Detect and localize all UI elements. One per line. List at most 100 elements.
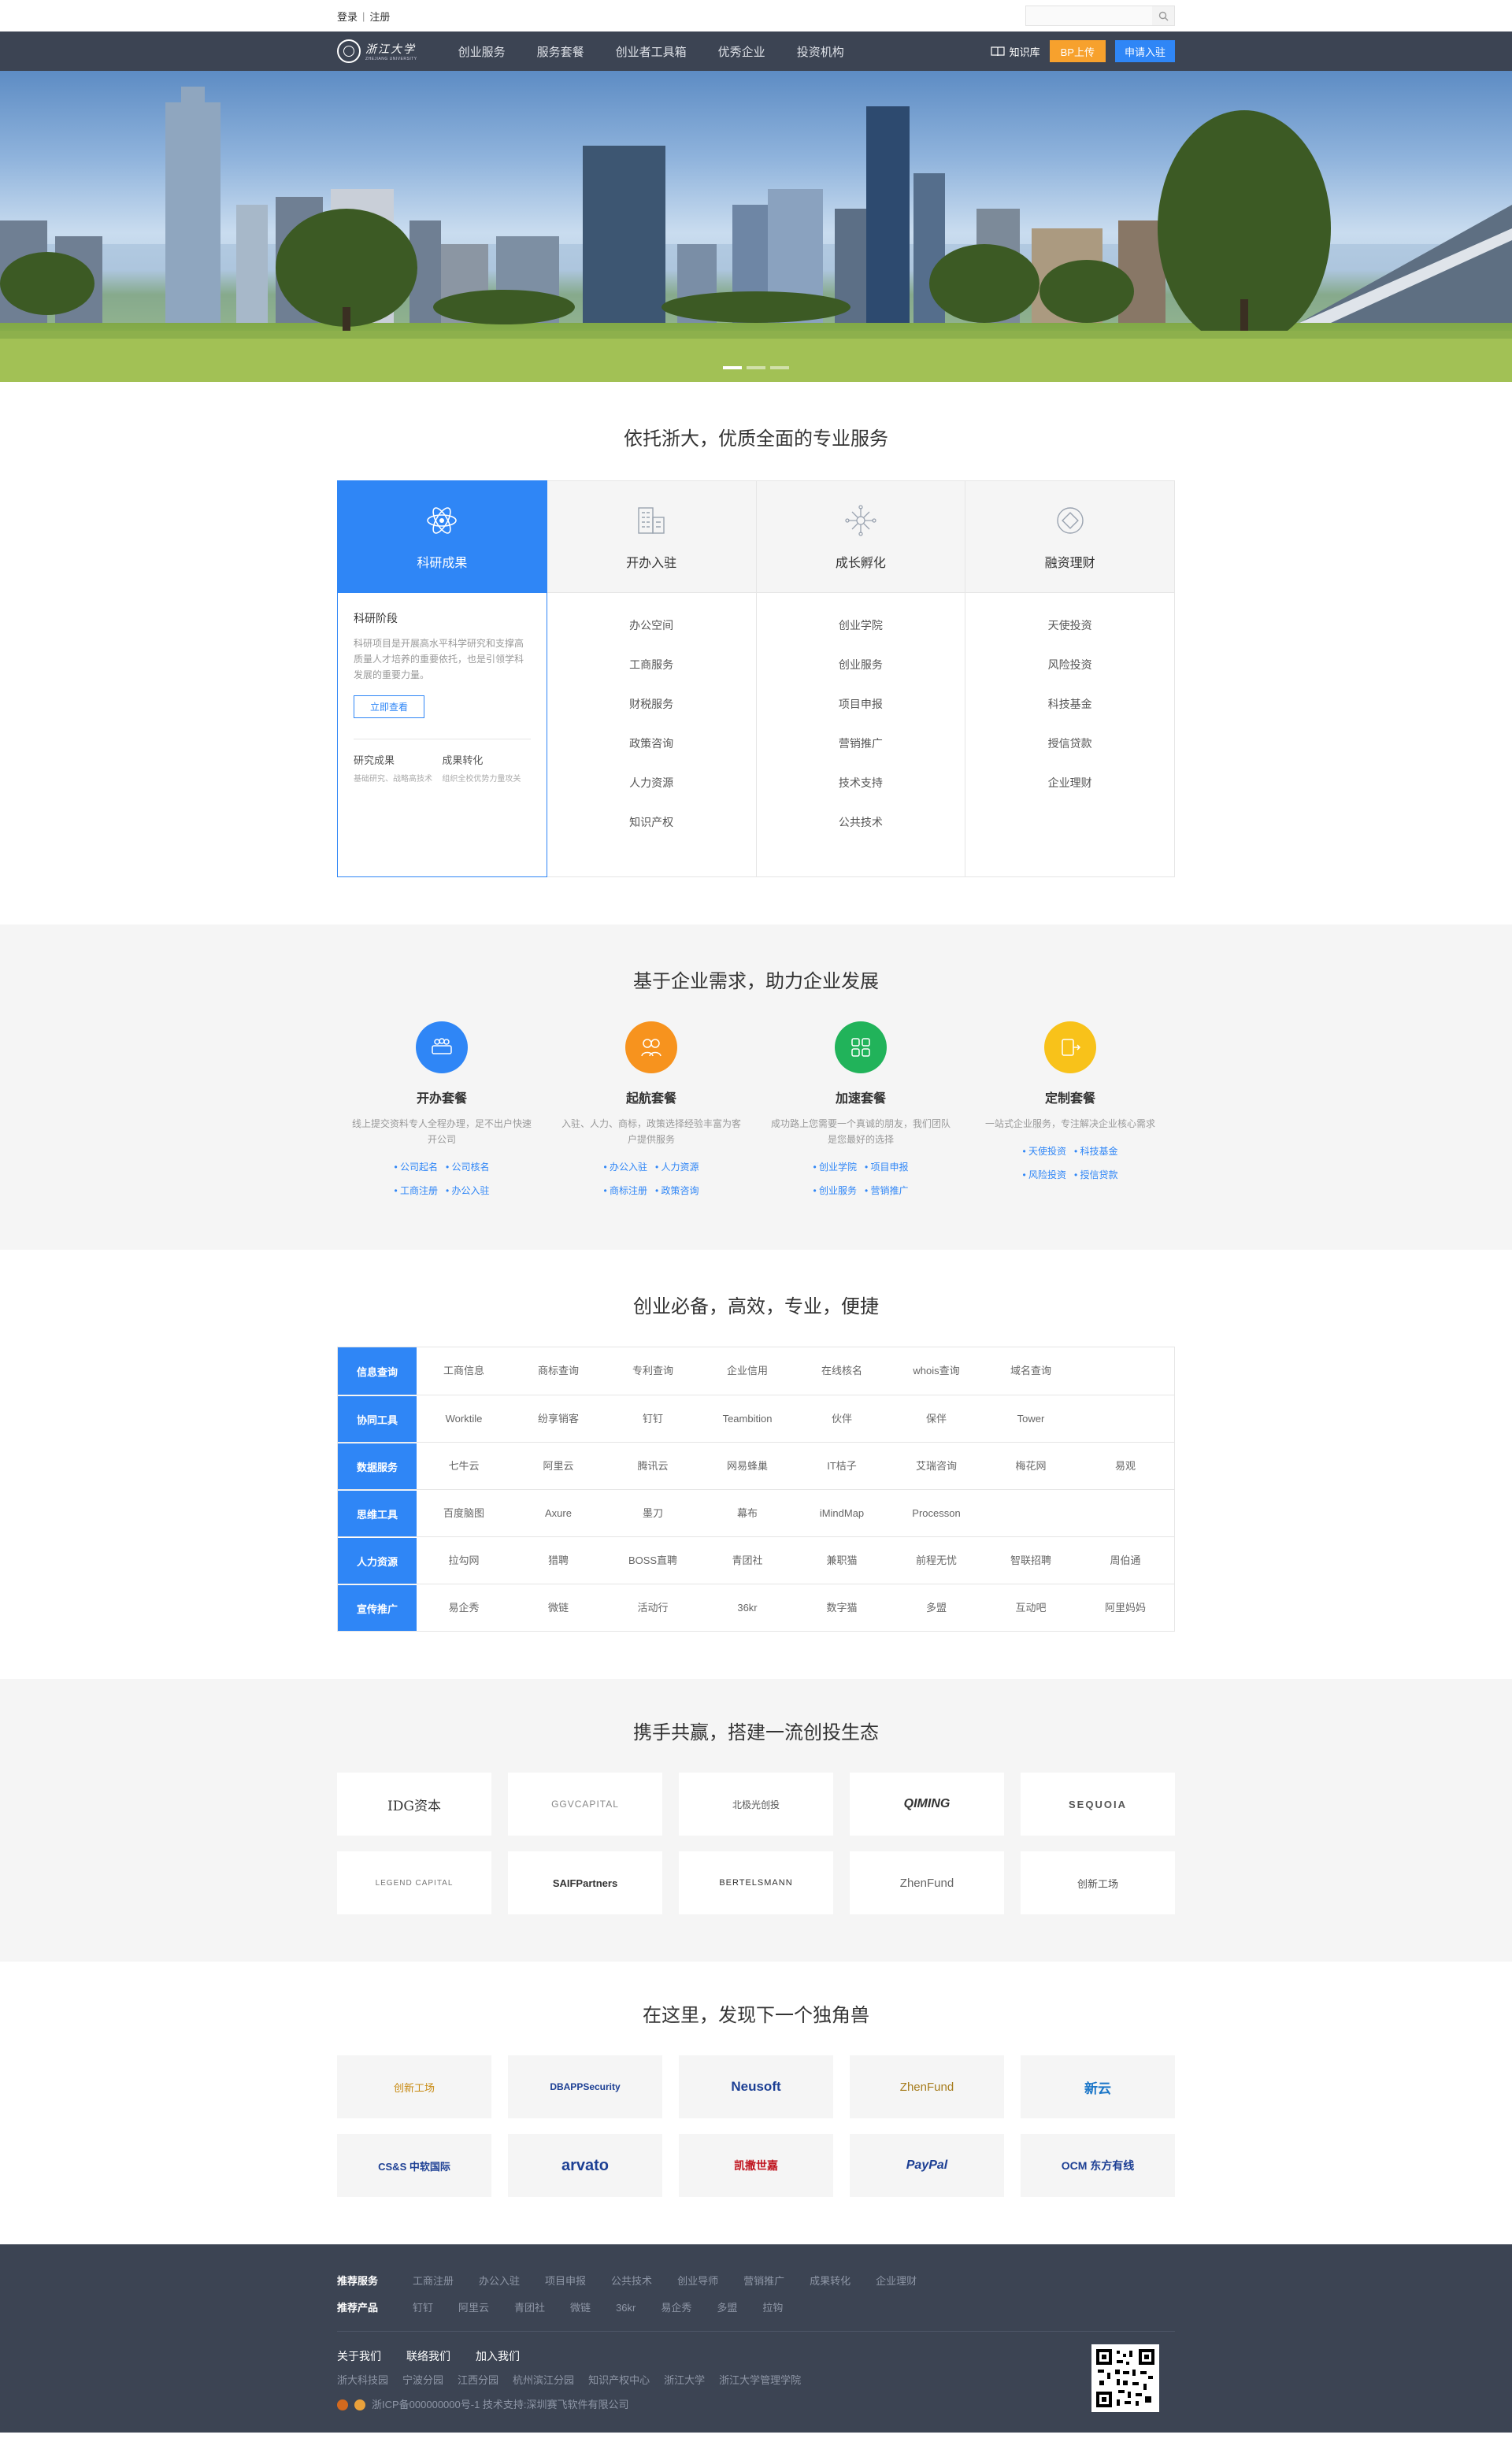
footer-link[interactable]: 营销推广 xyxy=(743,2268,784,2295)
footer-site-link[interactable]: 宁波分园 xyxy=(402,2368,443,2393)
tool-link[interactable]: 腾讯云 xyxy=(606,1443,700,1489)
tool-link[interactable]: 网易蜂巢 xyxy=(700,1443,795,1489)
tool-link[interactable]: 商标查询 xyxy=(511,1347,606,1395)
sub-research-results[interactable]: 研究成果 基础研究、战略高技术 xyxy=(354,752,442,784)
company-logo[interactable]: 凯撒世嘉 xyxy=(679,2134,833,2197)
footer-site-link[interactable]: 江西分园 xyxy=(458,2368,498,2393)
tool-link[interactable]: Processon xyxy=(889,1490,984,1536)
tool-link[interactable]: IT桔子 xyxy=(795,1443,889,1489)
partner-logo[interactable]: IDG资本 xyxy=(337,1773,491,1836)
service-item[interactable]: 科技基金 xyxy=(965,691,1174,730)
package-card[interactable]: 起航套餐 入驻、人力、商标，政策选择经验丰富为客户提供服务 办公入驻人力资源 商… xyxy=(547,1021,756,1202)
footer-link[interactable]: 工商注册 xyxy=(413,2268,454,2295)
tool-link[interactable]: 兼职猫 xyxy=(795,1537,889,1584)
partner-logo[interactable]: BERTELSMANN xyxy=(679,1851,833,1914)
footer-link[interactable]: 成果转化 xyxy=(810,2268,850,2295)
service-tab-research[interactable]: 科研成果 科研阶段 科研项目是开展高水平科学研究和支撑高质量人才培养的重要依托，… xyxy=(337,480,547,877)
service-item[interactable]: 财税服务 xyxy=(547,691,756,730)
tool-link[interactable]: 多盟 xyxy=(889,1584,984,1631)
carousel-dot[interactable] xyxy=(723,366,742,369)
footer-link[interactable]: 多盟 xyxy=(717,2295,737,2321)
partner-logo[interactable]: QIMING xyxy=(850,1773,1004,1836)
footer-link[interactable]: 拉钩 xyxy=(762,2295,783,2321)
nav-item-toolbox[interactable]: 创业者工具箱 xyxy=(600,31,702,71)
footer-link[interactable]: 36kr xyxy=(616,2295,636,2321)
apply-button[interactable]: 申请入驻 xyxy=(1114,40,1175,62)
nav-item-startup-service[interactable]: 创业服务 xyxy=(443,31,521,71)
tool-link[interactable]: 伙伴 xyxy=(795,1395,889,1442)
partner-logo[interactable]: ZhenFund xyxy=(850,1851,1004,1914)
about-us-link[interactable]: 关于我们 xyxy=(337,2344,381,2368)
tool-link[interactable]: BOSS直聘 xyxy=(606,1537,700,1584)
tool-link[interactable]: 前程无忧 xyxy=(889,1537,984,1584)
company-logo[interactable]: CS&S 中软国际 xyxy=(337,2134,491,2197)
service-item[interactable]: 天使投资 xyxy=(965,612,1174,651)
nav-item-investors[interactable]: 投资机构 xyxy=(781,31,860,71)
package-tag[interactable]: 公司起名 xyxy=(394,1162,438,1173)
tool-link[interactable]: 艾瑞咨询 xyxy=(889,1443,984,1489)
package-tag[interactable]: 科技基金 xyxy=(1074,1146,1118,1157)
service-item[interactable]: 公共技术 xyxy=(757,809,965,848)
package-tag[interactable]: 授信贷款 xyxy=(1074,1169,1118,1180)
login-link[interactable]: 登录 xyxy=(337,9,358,24)
package-tag[interactable]: 项目申报 xyxy=(865,1162,909,1173)
company-logo[interactable]: PayPal xyxy=(850,2134,1004,2197)
tool-link[interactable]: Tower xyxy=(984,1395,1078,1442)
knowledge-base-link[interactable]: 知识库 xyxy=(991,44,1040,59)
nav-item-companies[interactable]: 优秀企业 xyxy=(702,31,781,71)
package-tag[interactable]: 营销推广 xyxy=(865,1185,909,1196)
footer-link[interactable]: 易企秀 xyxy=(661,2295,691,2321)
service-item[interactable]: 营销推广 xyxy=(757,730,965,769)
partner-logo[interactable]: 北极光创投 xyxy=(679,1773,833,1836)
company-logo[interactable]: 创新工场 xyxy=(337,2055,491,2118)
join-us-link[interactable]: 加入我们 xyxy=(476,2344,520,2368)
tool-link[interactable]: Teambition xyxy=(700,1395,795,1442)
carousel-dot[interactable] xyxy=(747,366,765,369)
package-tag[interactable]: 办公入驻 xyxy=(603,1162,647,1173)
tool-link[interactable]: 墨刀 xyxy=(606,1490,700,1536)
service-item[interactable]: 创业服务 xyxy=(757,651,965,691)
view-now-button[interactable]: 立即查看 xyxy=(354,695,425,718)
tool-link[interactable]: 专利查询 xyxy=(606,1347,700,1395)
company-logo[interactable]: Neusoft xyxy=(679,2055,833,2118)
footer-link[interactable]: 办公入驻 xyxy=(479,2268,520,2295)
register-link[interactable]: 注册 xyxy=(369,9,390,24)
tool-link[interactable]: 猎聘 xyxy=(511,1537,606,1584)
footer-link[interactable]: 青团社 xyxy=(514,2295,545,2321)
footer-link[interactable]: 钉钉 xyxy=(413,2295,433,2321)
tool-link[interactable]: 阿里妈妈 xyxy=(1078,1584,1173,1631)
site-logo[interactable]: 浙江大学 ZHEJIANG UNIVERSITY xyxy=(337,39,417,63)
bp-upload-button[interactable]: BP上传 xyxy=(1049,40,1106,62)
footer-link[interactable]: 公共技术 xyxy=(611,2268,652,2295)
tool-link[interactable]: 智联招聘 xyxy=(984,1537,1078,1584)
footer-link[interactable]: 微链 xyxy=(570,2295,591,2321)
service-item[interactable]: 企业理财 xyxy=(965,769,1174,809)
tool-link[interactable]: Worktile xyxy=(417,1395,511,1442)
footer-link[interactable]: 企业理财 xyxy=(876,2268,917,2295)
package-tag[interactable]: 天使投资 xyxy=(1022,1146,1066,1157)
company-logo[interactable]: arvato xyxy=(508,2134,662,2197)
package-tag[interactable]: 公司核名 xyxy=(446,1162,490,1173)
tool-link[interactable]: 活动行 xyxy=(606,1584,700,1631)
tool-link[interactable]: 36kr xyxy=(700,1584,795,1631)
partner-logo[interactable]: GGVCAPITAL xyxy=(508,1773,662,1836)
service-tab-finance[interactable]: 融资理财 天使投资 风险投资 科技基金 授信贷款 企业理财 xyxy=(965,481,1174,876)
service-item[interactable]: 工商服务 xyxy=(547,651,756,691)
tool-link[interactable]: 域名查询 xyxy=(984,1347,1078,1395)
partner-logo[interactable]: SAIFPartners xyxy=(508,1851,662,1914)
partner-logo[interactable]: LEGEND CAPITAL xyxy=(337,1851,491,1914)
tool-link[interactable]: Axure xyxy=(511,1490,606,1536)
tool-link[interactable]: 钉钉 xyxy=(606,1395,700,1442)
footer-link[interactable]: 阿里云 xyxy=(458,2295,489,2321)
tool-link[interactable]: iMindMap xyxy=(795,1490,889,1536)
search-input[interactable] xyxy=(1026,6,1152,25)
footer-link[interactable]: 创业导师 xyxy=(677,2268,718,2295)
tool-link[interactable]: 互动吧 xyxy=(984,1584,1078,1631)
tool-link[interactable]: 工商信息 xyxy=(417,1347,511,1395)
service-tab-incubation[interactable]: 成长孵化 创业学院 创业服务 项目申报 营销推广 技术支持 公共技术 xyxy=(755,481,965,876)
package-tag[interactable]: 政策咨询 xyxy=(655,1185,699,1196)
company-logo[interactable]: DBAPPSecurity xyxy=(508,2055,662,2118)
package-card[interactable]: 开办套餐 线上提交资料专人全程办理，足不出户快速开公司 公司起名公司核名 工商注… xyxy=(337,1021,547,1202)
service-item[interactable]: 知识产权 xyxy=(547,809,756,848)
partner-logo[interactable]: 创新工场 xyxy=(1021,1851,1175,1914)
